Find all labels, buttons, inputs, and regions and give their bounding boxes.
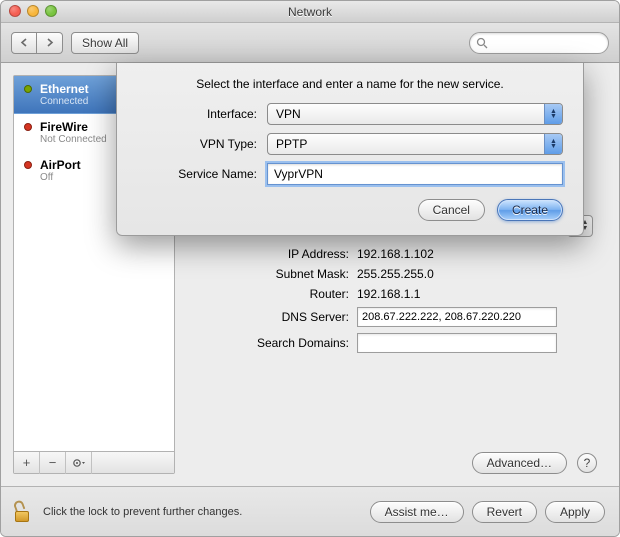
revert-button[interactable]: Revert [472,501,537,523]
select-arrows-icon: ▲▼ [544,104,562,124]
cancel-button[interactable]: Cancel [418,199,485,221]
lock-shackle-icon [13,499,26,512]
create-label: Create [512,203,548,217]
apply-button[interactable]: Apply [545,501,605,523]
service-name-input[interactable] [267,163,563,185]
bottom-actions: Assist me… Revert Apply [370,501,605,523]
minimize-window-button[interactable] [27,5,39,17]
search-input[interactable] [492,37,620,49]
cancel-label: Cancel [433,203,470,217]
new-service-sheet: Select the interface and enter a name fo… [116,63,584,236]
preferences-window: Network Show All Eth [0,0,620,537]
close-window-button[interactable] [9,5,21,17]
vpn-type-select[interactable]: PPTP ▲▼ [267,133,563,155]
search-field-wrapper[interactable] [469,32,609,54]
lock-body-icon [15,511,29,522]
assist-me-label: Assist me… [385,505,449,519]
vpn-type-label: VPN Type: [137,137,267,151]
lock-button[interactable] [15,502,31,522]
apply-label: Apply [560,505,590,519]
select-arrows-icon: ▲▼ [544,134,562,154]
chevron-right-icon [45,38,54,47]
assist-me-button[interactable]: Assist me… [370,501,464,523]
create-button[interactable]: Create [497,199,563,221]
chevron-left-icon [20,38,29,47]
interface-select[interactable]: VPN ▲▼ [267,103,563,125]
vpn-type-row: VPN Type: PPTP ▲▼ [137,133,563,155]
traffic-lights [9,5,57,17]
sheet-buttons: Cancel Create [137,199,563,221]
toolbar: Show All [1,23,619,63]
show-all-label: Show All [82,36,128,50]
window-title: Network [288,5,332,19]
sheet-heading: Select the interface and enter a name fo… [137,77,563,91]
forward-button[interactable] [37,32,63,54]
interface-value: VPN [276,107,301,121]
search-icon [476,37,488,49]
lock-message: Click the lock to prevent further change… [43,506,362,518]
interface-label: Interface: [137,107,267,121]
vpn-type-value: PPTP [276,137,307,151]
back-button[interactable] [11,32,37,54]
nav-segmented [11,32,63,54]
revert-label: Revert [487,505,522,519]
service-name-label: Service Name: [137,167,267,181]
interface-row: Interface: VPN ▲▼ [137,103,563,125]
bottom-bar: Click the lock to prevent further change… [1,486,619,536]
show-all-button[interactable]: Show All [71,32,139,54]
service-name-row: Service Name: [137,163,563,185]
zoom-window-button[interactable] [45,5,57,17]
titlebar: Network [1,1,619,23]
